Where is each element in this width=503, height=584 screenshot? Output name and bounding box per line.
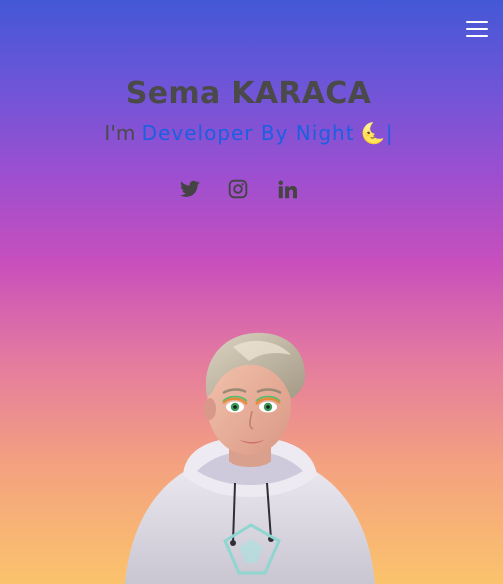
moon-emoji: 🌜 <box>360 121 386 145</box>
twitter-icon <box>180 180 200 197</box>
intro-text: I'm <box>104 121 136 145</box>
social-links <box>176 176 302 202</box>
instagram-link[interactable] <box>225 176 251 202</box>
hero-tagline: I'm Developer By Night 🌜| <box>0 121 497 145</box>
3d-avatar-illustration <box>125 332 375 584</box>
menu-bar <box>466 28 488 30</box>
typing-cursor: | <box>385 121 393 145</box>
instagram-icon <box>228 179 248 199</box>
typed-role: Developer By Night <box>141 121 355 145</box>
linkedin-icon <box>278 180 297 198</box>
twitter-link[interactable] <box>177 176 203 202</box>
hamburger-menu-icon[interactable] <box>466 19 488 37</box>
menu-bar <box>466 21 488 23</box>
hero-name: Sema KARACA <box>125 76 372 111</box>
linkedin-link[interactable] <box>274 176 300 202</box>
menu-bar <box>466 35 488 37</box>
